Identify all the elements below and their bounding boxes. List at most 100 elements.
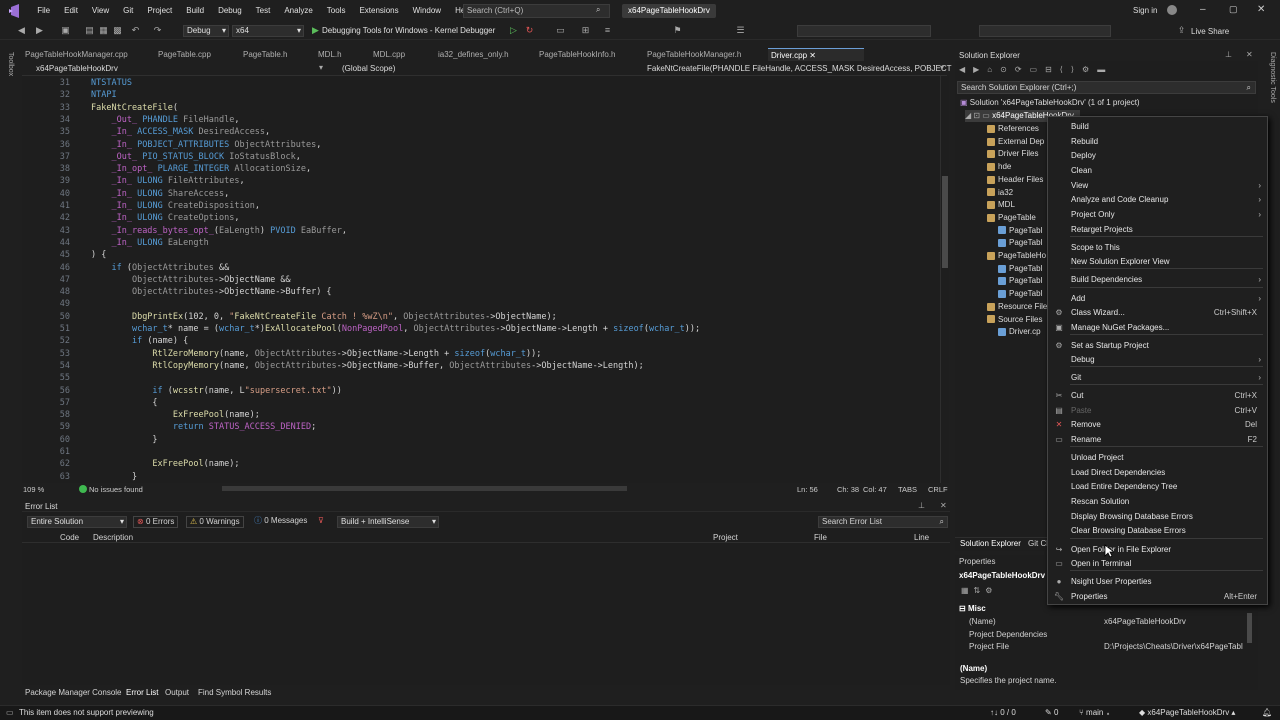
menu-debug[interactable]: Debug bbox=[211, 0, 249, 22]
code-line[interactable]: _Out_ PIO_STATUS_BLOCK IoStatusBlock, bbox=[91, 152, 300, 162]
toolbar-icon-b[interactable]: ⊞ bbox=[580, 25, 591, 36]
nav-project[interactable]: x64PageTableHookDrv bbox=[36, 64, 118, 73]
forward-icon[interactable]: ▶ bbox=[34, 25, 45, 36]
properties-toolbar[interactable]: ▦⇅⚙ bbox=[961, 586, 997, 595]
code-line[interactable]: return STATUS_ACCESS_DENIED; bbox=[91, 422, 316, 432]
tree-item[interactable]: Driver.cp bbox=[998, 326, 1041, 338]
col-description[interactable]: Description bbox=[93, 533, 133, 542]
filter-icon[interactable]: ⊽ bbox=[318, 516, 324, 525]
code-line[interactable]: ExFreePool(name); bbox=[91, 459, 239, 469]
menu-item-clean[interactable]: Clean bbox=[1048, 164, 1267, 178]
tab-4[interactable]: MDL.cpp bbox=[370, 48, 432, 61]
property-row[interactable]: Project File D:\Projects\Cheats\Driver\x6… bbox=[959, 641, 1245, 653]
code-line[interactable]: } bbox=[91, 435, 157, 445]
tree-item[interactable]: Resource File bbox=[987, 301, 1047, 313]
indent-mode[interactable]: TABS bbox=[898, 485, 917, 494]
properties-object[interactable]: x64PageTableHookDrv bbox=[959, 571, 1045, 580]
code-line[interactable]: _In_ ACCESS_MASK DesiredAccess, bbox=[91, 127, 270, 137]
tree-item[interactable]: Header Files bbox=[987, 174, 1043, 186]
minimize-icon[interactable]: – bbox=[1200, 4, 1206, 15]
sync-counts[interactable]: ↑↓ 0 / 0 bbox=[990, 706, 1016, 720]
menu-item-remove[interactable]: ✕ Remove Del bbox=[1048, 418, 1267, 432]
menu-item-nsight-user-properties[interactable]: ● Nsight User Properties bbox=[1048, 575, 1267, 589]
property-row[interactable]: (Name) x64PageTableHookDrv bbox=[959, 616, 1245, 628]
toolbar-combo-2[interactable] bbox=[979, 25, 1111, 37]
tab-5[interactable]: ia32_defines_only.h bbox=[435, 48, 533, 61]
code-line[interactable]: { bbox=[91, 398, 157, 408]
errors-filter[interactable]: ⊗ 0 Errors bbox=[133, 516, 179, 528]
menu-item-manage-nuget-packages[interactable]: ▣ Manage NuGet Packages... bbox=[1048, 321, 1267, 335]
error-scope-select[interactable]: Entire Solution ▾ bbox=[27, 516, 127, 528]
property-value[interactable]: x64PageTableHookDrv bbox=[1104, 617, 1186, 626]
error-search-input[interactable]: Search Error List ⌕ bbox=[818, 516, 948, 528]
comment-icon[interactable]: ☰ bbox=[735, 25, 746, 36]
menu-item-load-entire-dependency-tree[interactable]: Load Entire Dependency Tree bbox=[1048, 480, 1267, 494]
menu-item-set-as-startup-project[interactable]: ⚙ Set as Startup Project bbox=[1048, 339, 1267, 353]
tab-3[interactable]: MDL.h bbox=[315, 48, 367, 61]
menu-item-rename[interactable]: ▭ Rename F2 bbox=[1048, 433, 1267, 447]
toolbar-combo-1[interactable] bbox=[797, 25, 931, 37]
properties-scrollbar[interactable] bbox=[1247, 613, 1252, 643]
new-item-icon[interactable]: ▣ bbox=[60, 25, 71, 36]
code-line[interactable]: _In_ ULONG CreateOptions, bbox=[91, 213, 239, 223]
menu-item-display-browsing-database-errors[interactable]: Display Browsing Database Errors bbox=[1048, 510, 1267, 524]
menu-item-deploy[interactable]: Deploy bbox=[1048, 149, 1267, 163]
properties-category[interactable]: ⊟ Misc bbox=[959, 604, 986, 613]
se-toolbar[interactable]: ◀▶⌂⊙⟳▭⊟⟨⟩⚙▬ bbox=[959, 65, 1129, 77]
menu-item-load-direct-dependencies[interactable]: Load Direct Dependencies bbox=[1048, 466, 1267, 480]
tab-6[interactable]: PageTableHookInfo.h bbox=[536, 48, 641, 61]
menu-project[interactable]: Project bbox=[140, 0, 179, 22]
tree-solution[interactable]: ▣ Solution 'x64PageTableHookDrv' (1 of 1… bbox=[960, 97, 1140, 109]
avatar[interactable] bbox=[1167, 5, 1177, 15]
property-value[interactable]: D:\Projects\Cheats\Driver\x64PageTabl bbox=[1104, 642, 1243, 651]
tab-solution-explorer[interactable]: Solution Explorer bbox=[960, 539, 1021, 548]
code-line[interactable]: FakeNtCreateFile( bbox=[91, 103, 178, 113]
tree-item[interactable]: Source Files bbox=[987, 314, 1042, 326]
zoom-level[interactable]: 109 % bbox=[23, 485, 44, 494]
tab-error-list[interactable]: Error List bbox=[126, 688, 158, 697]
repo-selector[interactable]: ◆ x64PageTableHookDrv ▴ bbox=[1139, 706, 1235, 720]
menu-window[interactable]: Window bbox=[406, 0, 448, 22]
debugger-target[interactable]: Debugging Tools for Windows - Kernel Deb… bbox=[322, 26, 495, 35]
live-share-button[interactable]: Live Share bbox=[1191, 27, 1229, 36]
tab-8[interactable]: Driver.cpp ✕ bbox=[768, 48, 864, 61]
tree-item[interactable]: References bbox=[987, 123, 1039, 135]
sign-in-link[interactable]: Sign in bbox=[1133, 6, 1157, 15]
se-pin-icon[interactable]: ⊥ bbox=[1225, 50, 1232, 59]
tree-item[interactable]: PageTabl bbox=[998, 263, 1042, 275]
pin-icon[interactable]: ⊥ bbox=[918, 501, 925, 510]
code-line[interactable]: RtlZeroMemory(name, ObjectAttributes->Ob… bbox=[91, 349, 541, 359]
branch-selector[interactable]: ⑂ main ▴ bbox=[1079, 706, 1110, 720]
code-line[interactable]: _In_ ULONG ShareAccess, bbox=[91, 189, 229, 199]
se-close-icon[interactable]: ✕ bbox=[1246, 50, 1253, 59]
menu-analyze[interactable]: Analyze bbox=[277, 0, 319, 22]
tree-item[interactable]: PageTable bbox=[987, 212, 1036, 224]
tree-item[interactable]: External Dep bbox=[987, 136, 1044, 148]
tree-item[interactable]: PageTableHo bbox=[987, 250, 1046, 262]
tree-item[interactable]: ia32 bbox=[987, 187, 1013, 199]
menu-item-rebuild[interactable]: Rebuild bbox=[1048, 135, 1267, 149]
start-debug-icon[interactable]: ▶ bbox=[310, 25, 321, 36]
menu-item-cut[interactable]: ✂ Cut Ctrl+X bbox=[1048, 389, 1267, 403]
toolbox-strip[interactable]: Toolbox bbox=[0, 48, 20, 703]
menu-edit[interactable]: Edit bbox=[57, 0, 85, 22]
menu-build[interactable]: Build bbox=[179, 0, 211, 22]
code-line[interactable]: ObjectAttributes->ObjectName && bbox=[91, 275, 291, 285]
code-line[interactable]: _Out_ PHANDLE FileHandle, bbox=[91, 115, 239, 125]
col-project[interactable]: Project bbox=[713, 533, 738, 542]
menu-item-clear-browsing-database-errors[interactable]: Clear Browsing Database Errors bbox=[1048, 524, 1267, 538]
code-line[interactable]: if (name) { bbox=[91, 336, 188, 346]
start-without-debug-icon[interactable]: ▷ bbox=[508, 25, 519, 36]
tree-item[interactable]: PageTabl bbox=[998, 225, 1042, 237]
tree-item[interactable]: PageTabl bbox=[998, 237, 1042, 249]
line-endings[interactable]: CRLF bbox=[928, 485, 948, 494]
tree-item[interactable]: PageTabl bbox=[998, 275, 1042, 287]
property-row[interactable]: Project Dependencies bbox=[959, 629, 1245, 641]
menu-item-rescan-solution[interactable]: Rescan Solution bbox=[1048, 495, 1267, 509]
col-code[interactable]: Code bbox=[60, 533, 79, 542]
messages-filter[interactable]: ⓘ 0 Messages bbox=[251, 516, 310, 528]
hot-reload-icon[interactable]: ↻ bbox=[524, 25, 535, 36]
tab-output[interactable]: Output bbox=[165, 688, 189, 697]
horizontal-scrollbar[interactable] bbox=[222, 486, 627, 491]
code-line[interactable]: ExFreePool(name); bbox=[91, 410, 260, 420]
